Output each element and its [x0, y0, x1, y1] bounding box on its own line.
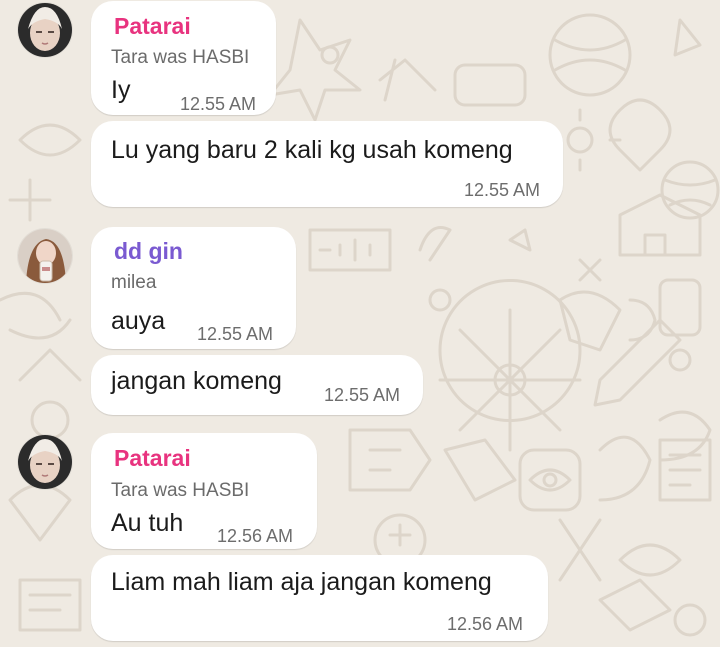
- avatar-image: [18, 229, 72, 283]
- message-bubble[interactable]: Lu yang baru 2 kali kg usah komeng 12.55…: [91, 121, 563, 207]
- avatar-image: [18, 435, 72, 489]
- message-time: 12.55 AM: [324, 385, 401, 405]
- avatar-dd-gin[interactable]: [18, 229, 72, 283]
- avatar-patarai[interactable]: [18, 3, 72, 57]
- message-bubble[interactable]: Patarai Tara was HASBI Au tuh 12.56 AM: [91, 433, 317, 549]
- message-text: Iy: [111, 76, 131, 104]
- message-time: 12.56 AM: [217, 526, 294, 546]
- sender-name[interactable]: Patarai: [114, 447, 191, 470]
- message-time: 12.55 AM: [464, 180, 541, 200]
- quoted-text: Tara was HASBI: [111, 480, 250, 501]
- message-bubble[interactable]: dd gin milea auya 12.55 AM: [91, 227, 296, 349]
- avatar-patarai[interactable]: [18, 435, 72, 489]
- message-text: Au tuh: [111, 509, 184, 537]
- message-time: 12.55 AM: [180, 94, 257, 114]
- message-text: auya: [111, 307, 166, 335]
- message-bubble[interactable]: Patarai Tara was HASBI Iy 12.55 AM: [91, 1, 276, 115]
- message-bubble[interactable]: jangan komeng 12.55 AM: [91, 355, 423, 415]
- sender-name[interactable]: Patarai: [114, 15, 191, 38]
- quoted-text: milea: [111, 272, 157, 293]
- avatar-image: [18, 3, 72, 57]
- message-bubble[interactable]: Liam mah liam aja jangan komeng 12.56 AM: [91, 555, 548, 641]
- message-text: jangan komeng: [111, 367, 282, 395]
- message-text: Lu yang baru 2 kali kg usah komeng: [111, 136, 513, 164]
- message-time: 12.55 AM: [197, 324, 274, 344]
- message-time: 12.56 AM: [447, 614, 524, 634]
- quoted-text: Tara was HASBI: [111, 47, 250, 68]
- sender-name[interactable]: dd gin: [114, 240, 183, 263]
- message-text: Liam mah liam aja jangan komeng: [111, 568, 492, 596]
